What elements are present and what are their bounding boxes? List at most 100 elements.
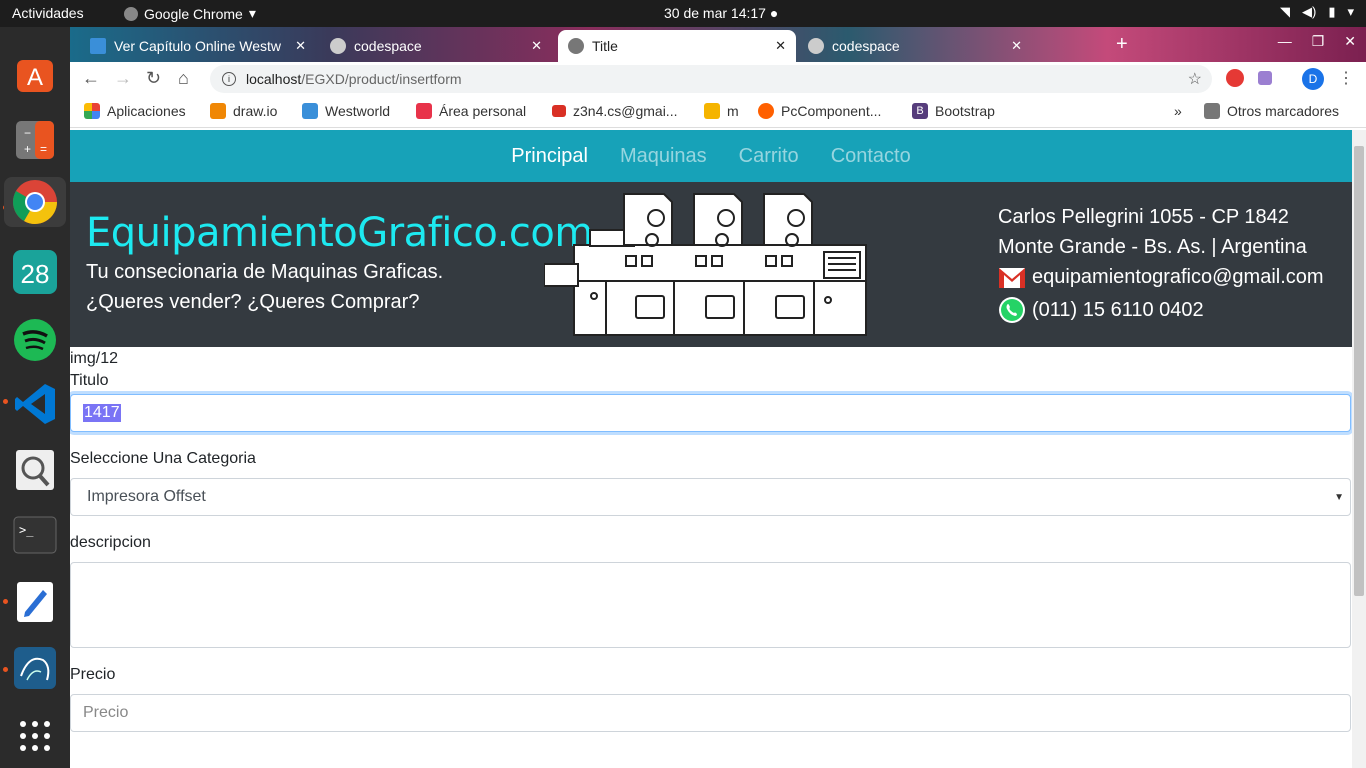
close-icon[interactable]: ✕ xyxy=(531,38,542,54)
os-top-bar: Actividades Google Chrome ▾ 30 de mar 14:… xyxy=(0,0,1366,27)
m-icon xyxy=(704,103,720,119)
bookmark-label: PcComponent... xyxy=(781,103,882,119)
svg-text:=: = xyxy=(40,142,47,156)
apps-grid-icon xyxy=(84,103,100,119)
software-center-icon[interactable]: A xyxy=(10,49,60,99)
text-editor-icon[interactable] xyxy=(10,577,60,627)
browser-toolbar: ← → ↻ ⌂ i localhost/EGXD/product/insertf… xyxy=(70,62,1366,96)
extension-pen-icon[interactable] xyxy=(1258,71,1272,85)
scrollbar-thumb[interactable] xyxy=(1354,146,1364,596)
bookmark-label: m xyxy=(727,103,739,119)
gmail-icon xyxy=(999,267,1025,288)
bookmark-gmail[interactable]: z3n4.cs@gmai... xyxy=(552,103,677,119)
spotify-icon[interactable] xyxy=(10,315,60,365)
tab-label: codespace xyxy=(832,38,900,54)
terminal-icon[interactable]: >_ xyxy=(10,511,60,561)
drawio-icon xyxy=(210,103,226,119)
bookmark-bootstrap[interactable]: B Bootstrap xyxy=(912,103,995,119)
page-scrollbar[interactable] xyxy=(1352,130,1366,768)
tab-codespace-2[interactable]: codespace ✕ xyxy=(798,30,1032,62)
calculator-icon[interactable]: − + = xyxy=(10,115,60,165)
maximize-icon[interactable]: ❐ xyxy=(1312,33,1325,50)
clock[interactable]: 30 de mar 14:17 ● xyxy=(664,5,778,21)
titulo-input[interactable]: 1417 xyxy=(70,394,1351,432)
url-path: /EGXD/product/insertform xyxy=(301,71,462,87)
image-viewer-icon[interactable] xyxy=(10,445,60,495)
tagline-1: Tu consecionaria de Maquinas Graficas. xyxy=(86,261,444,283)
bookmark-star-icon[interactable]: ☆ xyxy=(1188,69,1202,89)
precio-input[interactable]: Precio xyxy=(70,694,1351,732)
tab-title[interactable]: Title ✕ xyxy=(558,30,796,62)
titulo-input-value: 1417 xyxy=(83,404,121,422)
home-icon[interactable]: ⌂ xyxy=(178,68,189,89)
more-menu-icon[interactable]: ⋮ xyxy=(1338,68,1354,88)
extension-red-icon[interactable] xyxy=(1226,69,1244,87)
bookmark-westworld[interactable]: Westworld xyxy=(302,103,390,119)
close-icon[interactable]: ✕ xyxy=(295,38,306,54)
whatsapp-icon xyxy=(999,297,1025,323)
address-bar[interactable]: i localhost/EGXD/product/insertform ☆ xyxy=(210,65,1212,93)
new-tab-button[interactable]: + xyxy=(1116,33,1128,56)
gmail-icon xyxy=(552,105,566,117)
info-icon[interactable]: i xyxy=(222,72,236,86)
reload-icon[interactable]: ↻ xyxy=(146,68,161,89)
chevron-down-icon: ▾ xyxy=(248,5,256,21)
address-line-2: Monte Grande - Bs. As. | Argentina xyxy=(998,236,1307,258)
westworld-icon xyxy=(302,103,318,119)
code-icon xyxy=(416,103,432,119)
url-host: localhost xyxy=(246,71,302,87)
tab-label: Ver Capítulo Online Westw xyxy=(114,38,282,54)
tab-label: codespace xyxy=(354,38,422,54)
nav-maquinas[interactable]: Maquinas xyxy=(620,145,707,168)
bookmark-area-personal[interactable]: Área personal xyxy=(416,103,526,119)
tagline-2: ¿Queres vender? ¿Queres Comprar? xyxy=(86,291,420,313)
activities-button[interactable]: Actividades xyxy=(12,5,84,21)
svg-text:>_: >_ xyxy=(19,523,34,537)
profile-avatar[interactable]: D xyxy=(1302,68,1324,90)
site-brand[interactable]: EquipamientoGrafico.com xyxy=(86,210,593,256)
phone-contact[interactable]: (011) 15 6110 0402 xyxy=(998,296,1204,324)
categoria-selected-value: Impresora Offset xyxy=(87,488,206,505)
app-menu[interactable]: Google Chrome ▾ xyxy=(124,5,256,22)
descripcion-textarea[interactable] xyxy=(70,562,1351,648)
bookmark-drawio[interactable]: draw.io xyxy=(210,103,277,119)
bookmarks-overflow-button[interactable]: » xyxy=(1174,103,1182,119)
site-header: EquipamientoGrafico.com Tu consecionaria… xyxy=(70,182,1352,347)
phone-text: (011) 15 6110 0402 xyxy=(1032,298,1204,321)
page-content: Principal Maquinas Carrito Contacto Equi… xyxy=(70,130,1352,768)
address-line-1: Carlos Pellegrini 1055 - CP 1842 xyxy=(998,206,1289,228)
image-path-text: img/12 xyxy=(70,350,119,367)
email-contact[interactable]: equipamientografico@gmail.com xyxy=(998,266,1324,289)
close-window-icon[interactable]: ✕ xyxy=(1344,33,1356,50)
mysql-workbench-icon[interactable] xyxy=(10,643,60,693)
svg-text:+: + xyxy=(24,142,31,156)
app-grid-icon[interactable] xyxy=(10,711,60,761)
system-tray[interactable]: ◥ ◀) ▮ ▾ xyxy=(1280,4,1354,20)
tab-codespace-1[interactable]: codespace ✕ xyxy=(320,30,552,62)
chrome-icon[interactable] xyxy=(4,177,66,227)
nav-carrito[interactable]: Carrito xyxy=(739,145,799,168)
nav-contacto[interactable]: Contacto xyxy=(831,145,911,168)
bookmark-label: Área personal xyxy=(439,103,527,119)
nav-principal[interactable]: Principal xyxy=(511,145,588,168)
other-bookmarks[interactable]: Otros marcadores xyxy=(1204,103,1339,119)
pccomponentes-icon xyxy=(758,103,774,119)
back-icon[interactable]: ← xyxy=(82,68,100,89)
volume-icon: ◀) xyxy=(1301,4,1317,19)
globe-icon xyxy=(808,38,824,54)
vscode-icon[interactable] xyxy=(10,379,60,429)
tab-westworld[interactable]: Ver Capítulo Online Westw ✕ xyxy=(80,30,316,62)
bookmark-aplicaciones[interactable]: Aplicaciones xyxy=(84,103,186,119)
calendar-icon[interactable]: 28 xyxy=(10,247,60,297)
close-icon[interactable]: ✕ xyxy=(1011,38,1022,54)
chevron-down-icon: ▾ xyxy=(1347,4,1354,19)
forward-icon[interactable]: → xyxy=(114,68,132,89)
bookmark-label: draw.io xyxy=(233,103,278,119)
close-icon[interactable]: ✕ xyxy=(775,38,786,54)
titulo-label: Titulo xyxy=(70,372,109,389)
bookmark-m[interactable]: m xyxy=(704,103,739,119)
minimize-icon[interactable]: — xyxy=(1278,33,1292,50)
categoria-select[interactable]: Impresora Offset ▼ xyxy=(70,478,1351,516)
bookmark-pccomponentes[interactable]: PcComponent... xyxy=(758,103,881,119)
email-text: equipamientografico@gmail.com xyxy=(1032,266,1324,288)
